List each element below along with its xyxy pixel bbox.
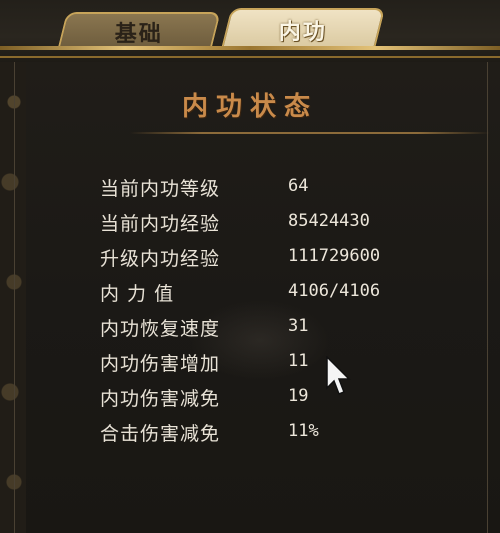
mouse-pointer-icon-shape (326, 355, 351, 395)
tab-basic[interactable]: 基础 (57, 12, 221, 50)
stat-row-exp: 当前内功经验 85424430 (100, 205, 480, 240)
stat-label: 内功恢复速度 (100, 318, 221, 340)
stat-row-damage-bonus: 内功伤害增加 11 (100, 345, 480, 380)
stat-value: 4106/4106 (288, 281, 381, 301)
tab-neigong[interactable]: 内功 (220, 8, 386, 50)
stat-row-recovery: 内功恢复速度 31 (100, 310, 480, 345)
stat-value: 111729600 (288, 246, 381, 266)
stat-value: 85424430 (288, 211, 370, 231)
stats-list: 当前内功等级 64 当前内功经验 85424430 升级内功经验 1117296… (100, 170, 480, 450)
stat-value: 11% (288, 421, 319, 441)
stat-value: 64 (288, 176, 309, 196)
stat-row-combo-reduction: 合击伤害减免 11% (100, 415, 480, 450)
stat-label: 内功伤害减免 (100, 388, 221, 410)
tab-neigong-label: 内功 (278, 20, 327, 45)
tab-bar-gold-trim (0, 46, 500, 50)
stat-row-inner-power: 内 力 值 4106/4106 (100, 275, 480, 310)
title-divider (130, 132, 490, 134)
stat-row-level: 当前内功等级 64 (100, 170, 480, 205)
stat-value: 31 (288, 316, 309, 336)
stat-row-damage-reduction: 内功伤害减免 19 (100, 380, 480, 415)
stat-label: 当前内功经验 (100, 213, 221, 235)
stat-row-next-exp: 升级内功经验 111729600 (100, 240, 480, 275)
stat-value: 19 (288, 386, 309, 406)
stat-label: 合击伤害减免 (100, 423, 221, 445)
stat-label: 内功伤害增加 (100, 353, 221, 375)
stat-value: 11 (288, 351, 309, 371)
tab-basic-label: 基础 (114, 22, 163, 47)
tab-bar-under-trim (0, 56, 500, 58)
stat-label: 升级内功经验 (100, 248, 221, 270)
stat-label: 内 力 值 (100, 283, 175, 305)
panel-title: 内功状态 (181, 92, 318, 122)
stat-label: 当前内功等级 (100, 178, 221, 200)
